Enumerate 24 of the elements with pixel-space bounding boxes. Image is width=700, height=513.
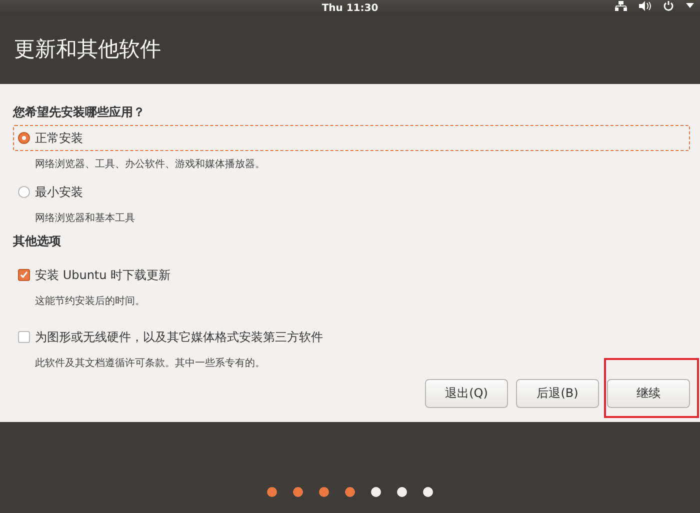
page-title: 更新和其他软件: [14, 36, 161, 63]
clock[interactable]: Thu 11:30: [322, 4, 378, 14]
dialog-button[interactable]: 退出(Q): [425, 379, 508, 408]
network-icon[interactable]: [615, 1, 627, 11]
focused-option[interactable]: 正常安装: [13, 125, 690, 151]
radio-button[interactable]: [18, 132, 30, 144]
option-label[interactable]: 安装 Ubuntu 时下载更新: [35, 266, 171, 284]
section-heading: 您希望先安装哪些应用？: [13, 104, 145, 121]
checkbox[interactable]: [18, 269, 30, 281]
dialog-button[interactable]: 后退(B): [516, 379, 599, 408]
dialog-button[interactable]: 继续: [607, 379, 690, 408]
section-heading: 其他选项: [13, 233, 61, 250]
power-icon[interactable]: [663, 1, 674, 11]
option-description: 此软件及其文档遵循许可条款。其中一些系专有的。: [34, 356, 265, 370]
caret-icon[interactable]: [686, 1, 694, 9]
radio-button[interactable]: [18, 186, 30, 198]
option-label[interactable]: 最小安装: [35, 184, 83, 200]
option-label[interactable]: 正常安装: [35, 130, 83, 146]
option-description: 网络浏览器和基本工具: [34, 212, 135, 225]
option-label[interactable]: 为图形或无线硬件，以及其它媒体格式安装第三方软件: [35, 328, 323, 346]
checkbox[interactable]: [18, 331, 30, 343]
option-description: 网络浏览器、工具、办公软件、游戏和媒体播放器。: [34, 158, 265, 171]
volume-icon[interactable]: [639, 1, 651, 11]
option-description: 这能节约安装后的时间。: [34, 294, 145, 308]
